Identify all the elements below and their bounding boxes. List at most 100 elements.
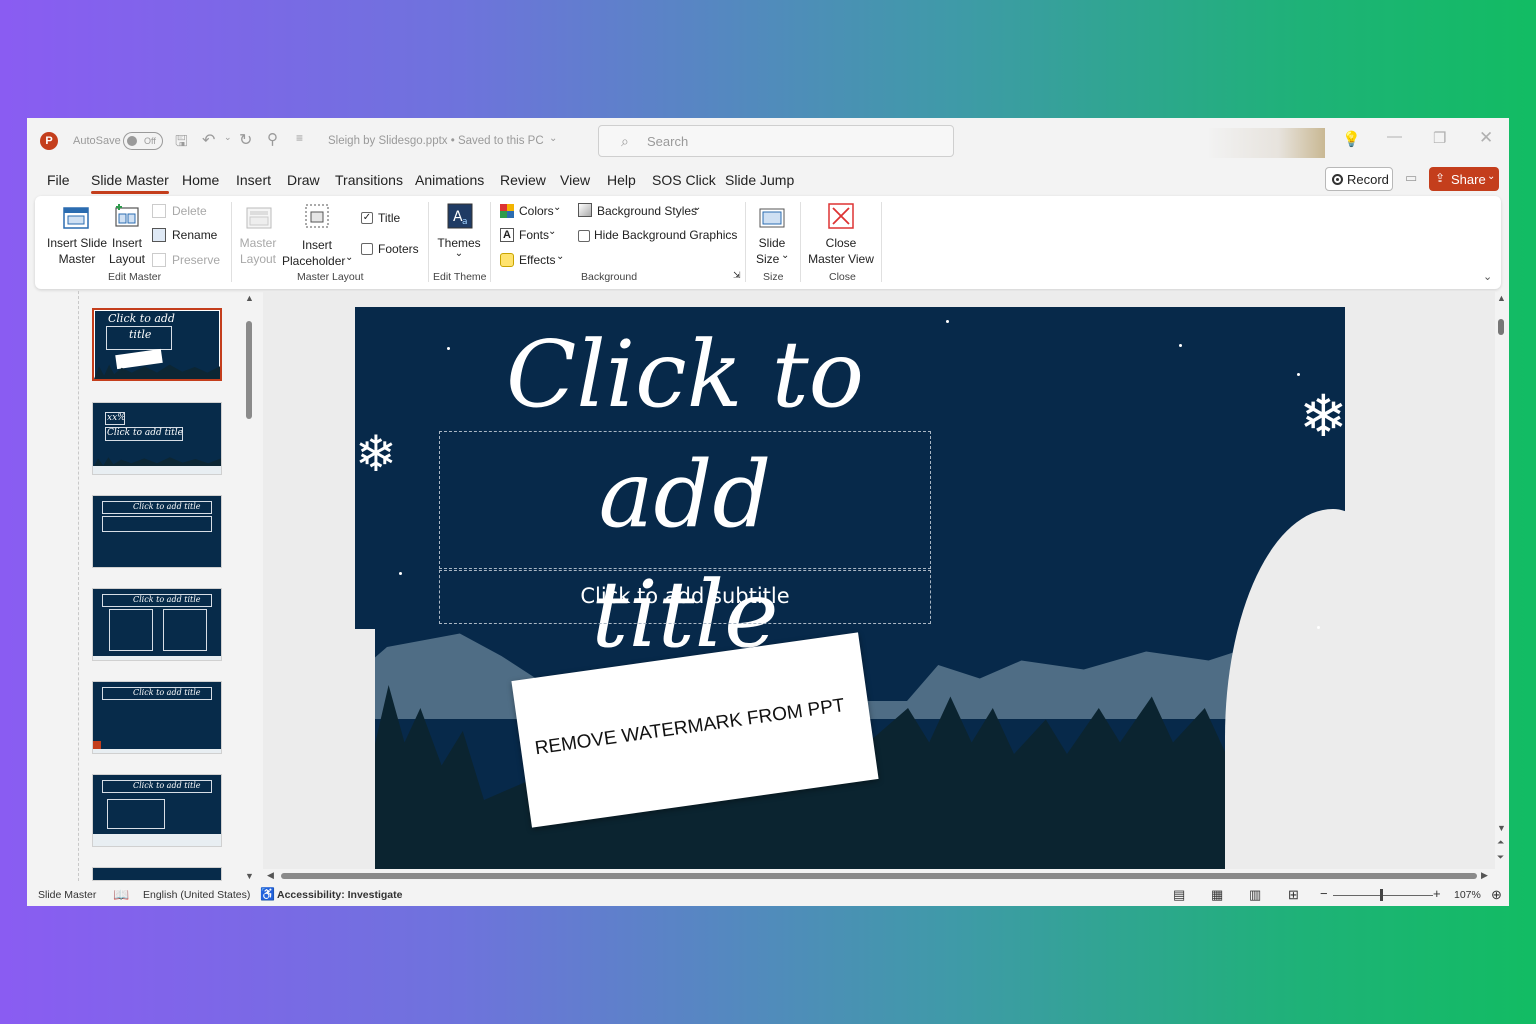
- zoom-level[interactable]: 107%: [1454, 889, 1481, 901]
- scrollbar-thumb[interactable]: [246, 321, 252, 419]
- customize-toolbar-icon[interactable]: ≡: [296, 131, 303, 145]
- close-icon[interactable]: ✕: [1479, 128, 1493, 148]
- search-box[interactable]: ⌕ Search: [598, 125, 954, 157]
- tab-transitions[interactable]: Transitions: [335, 172, 403, 188]
- lightbulb-icon[interactable]: 💡: [1342, 130, 1361, 148]
- thumbnail-title: Click to add title: [133, 595, 201, 604]
- tab-slide-jump[interactable]: Slide Jump: [725, 172, 794, 188]
- scroll-up-icon[interactable]: ▲: [1497, 293, 1506, 303]
- scroll-down-icon[interactable]: ▼: [245, 871, 254, 881]
- thumbnail-layout-7[interactable]: [92, 867, 222, 881]
- scrollbar-thumb[interactable]: [281, 873, 1477, 879]
- share-dropdown-icon[interactable]: ⌄: [1487, 171, 1495, 182]
- scroll-right-icon[interactable]: ▶: [1481, 870, 1488, 881]
- insert-layout-label-1: Insert: [111, 236, 142, 250]
- zoom-slider-thumb[interactable]: [1380, 889, 1383, 901]
- title-placeholder[interactable]: [439, 431, 931, 569]
- group-edit-master: Edit Master: [108, 271, 162, 283]
- title-checkbox[interactable]: ✓: [361, 212, 373, 224]
- comments-icon[interactable]: ▭: [1405, 170, 1417, 186]
- restore-icon[interactable]: ❐: [1433, 129, 1446, 147]
- thumbnail-layout-2[interactable]: xx% Click to add title: [92, 402, 222, 475]
- themes-dropdown-icon: ⌄: [454, 248, 464, 259]
- normal-view-icon[interactable]: ▦: [1211, 887, 1223, 903]
- subtitle-placeholder[interactable]: Click to add subtitle: [439, 570, 931, 624]
- search-input[interactable]: Search: [647, 134, 688, 149]
- save-icon[interactable]: 🖫: [175, 131, 188, 156]
- rename-icon: [152, 228, 166, 242]
- tab-animations[interactable]: Animations: [415, 172, 484, 188]
- presenter-icon[interactable]: ⚲: [267, 130, 278, 148]
- canvas-horizontal-scrollbar[interactable]: ◀ ▶: [263, 869, 1495, 883]
- hide-background-graphics-checkbox[interactable]: [578, 230, 590, 242]
- colors-button[interactable]: Colors: [519, 204, 554, 218]
- powerpoint-window: P AutoSave Off 🖫 ↶ ⌄ ↻ ⚲ ≡ Sleigh by Sli…: [27, 118, 1509, 906]
- tab-review[interactable]: Review: [500, 172, 546, 188]
- colors-dropdown-icon[interactable]: ⌄: [553, 202, 561, 213]
- ribbon-collapse-icon[interactable]: ⌄: [1483, 270, 1492, 283]
- autosave-toggle[interactable]: Off: [123, 132, 163, 150]
- fit-slide-icon[interactable]: ⊕: [1491, 887, 1502, 903]
- autosave-state: Off: [144, 136, 156, 146]
- thumbnail-layout-3[interactable]: Click to add title: [92, 495, 222, 568]
- thumbnail-layout-6[interactable]: Click to add title: [92, 774, 222, 847]
- document-title[interactable]: Sleigh by Slidesgo.pptx • Saved to this …: [328, 135, 544, 147]
- notes-icon[interactable]: ▤: [1173, 887, 1185, 903]
- themes-icon: A a: [447, 203, 473, 229]
- tab-sos-click[interactable]: SOS Click: [652, 172, 716, 188]
- star: [1179, 344, 1182, 347]
- format-background-launcher-icon[interactable]: ⇲: [733, 270, 741, 281]
- tab-view[interactable]: View: [560, 172, 590, 188]
- ribbon-tabs: File Slide Master Home Insert Draw Trans…: [27, 162, 1509, 194]
- record-button[interactable]: Record: [1325, 167, 1393, 191]
- thumbnail-layout-5[interactable]: Click to add title: [92, 681, 222, 754]
- canvas-vertical-scrollbar[interactable]: ▲ ▼ ⏶ ⏷: [1493, 291, 1509, 869]
- thumbnail-layout-4[interactable]: Click to add title: [92, 588, 222, 661]
- zoom-in-icon[interactable]: +: [1433, 886, 1441, 901]
- slide-master[interactable]: ❄ ❄ Click to add title Click to add subt…: [355, 307, 1345, 869]
- tab-home[interactable]: Home: [182, 172, 219, 188]
- slide-sorter-icon[interactable]: ▥: [1249, 887, 1261, 903]
- title-checkbox-label: Title: [378, 211, 401, 225]
- scroll-up-icon[interactable]: ▲: [245, 293, 254, 303]
- fonts-dropdown-icon[interactable]: ⌄: [548, 226, 556, 237]
- doc-title-chevron-icon[interactable]: ⌄: [549, 133, 557, 144]
- star: [399, 572, 402, 575]
- undo-icon[interactable]: ↶: [202, 130, 215, 150]
- ribbon-divider: [881, 202, 882, 282]
- accessibility-status[interactable]: Accessibility: Investigate: [277, 889, 402, 901]
- background-styles-dropdown-icon[interactable]: ⌄: [693, 202, 701, 213]
- next-slide-icon[interactable]: ⏷: [1497, 852, 1504, 863]
- rename-button[interactable]: Rename: [172, 228, 217, 242]
- scroll-left-icon[interactable]: ◀: [267, 870, 274, 881]
- tab-file[interactable]: File: [47, 172, 70, 188]
- thumbnail-master-1[interactable]: Click to add title: [92, 308, 222, 381]
- tab-insert[interactable]: Insert: [236, 172, 271, 188]
- language-indicator[interactable]: English (United States): [143, 889, 250, 901]
- tab-draw[interactable]: Draw: [287, 172, 320, 188]
- preserve-button[interactable]: Preserve: [172, 253, 220, 267]
- share-button[interactable]: ⇪ Share ⌄: [1429, 167, 1499, 191]
- tab-slide-master[interactable]: Slide Master: [91, 172, 169, 194]
- delete-button[interactable]: Delete: [172, 204, 207, 218]
- reading-view-icon[interactable]: ⊞: [1288, 887, 1299, 903]
- spelling-icon[interactable]: 📖: [113, 887, 129, 903]
- previous-slide-icon[interactable]: ⏶: [1497, 837, 1504, 848]
- zoom-out-icon[interactable]: −: [1320, 886, 1328, 901]
- minimize-icon[interactable]: —: [1387, 128, 1402, 145]
- master-layout-label-2: Layout: [239, 252, 277, 266]
- thumbnail-snow: [93, 466, 221, 474]
- scroll-down-icon[interactable]: ▼: [1497, 823, 1506, 833]
- redo-icon[interactable]: ↻: [239, 130, 252, 150]
- tab-help[interactable]: Help: [607, 172, 636, 188]
- scrollbar-thumb[interactable]: [1498, 319, 1504, 335]
- undo-dropdown-icon[interactable]: ⌄: [224, 132, 232, 143]
- fonts-button[interactable]: Fonts: [519, 228, 549, 242]
- background-styles-button[interactable]: Background Styles: [597, 204, 697, 218]
- effects-button[interactable]: Effects: [519, 253, 555, 267]
- thumbnail-scrollbar[interactable]: ▲ ▼: [243, 291, 255, 881]
- effects-dropdown-icon[interactable]: ⌄: [556, 251, 564, 262]
- account-avatar[interactable]: [1209, 128, 1325, 158]
- zoom-slider[interactable]: [1333, 895, 1433, 896]
- footers-checkbox[interactable]: [361, 243, 373, 255]
